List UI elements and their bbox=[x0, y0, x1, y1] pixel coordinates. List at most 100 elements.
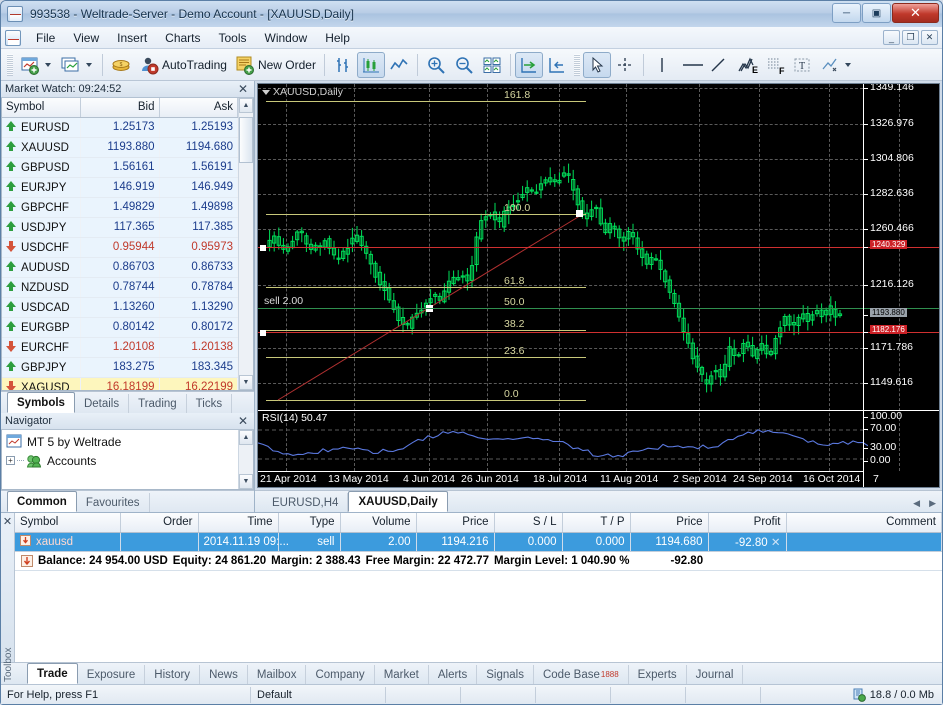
chevron-down-icon[interactable] bbox=[45, 62, 51, 67]
chart-symbol-label[interactable]: XAUUSD,Daily bbox=[262, 86, 343, 98]
column-header-order[interactable]: Order bbox=[120, 513, 199, 533]
column-header-bid[interactable]: Bid bbox=[80, 98, 160, 118]
scroll-up-icon[interactable]: ▲ bbox=[239, 98, 253, 113]
navigator-close-icon[interactable]: ✕ bbox=[236, 415, 250, 427]
tile-windows-button[interactable] bbox=[478, 52, 506, 78]
candlestick-chart-button[interactable] bbox=[356, 51, 385, 78]
terminal-tab-trade[interactable]: Trade bbox=[27, 663, 78, 684]
tab-ticks[interactable]: Ticks bbox=[187, 394, 233, 413]
rsi-subwindow[interactable]: RSI(14) 50.47 bbox=[258, 410, 939, 471]
terminal-tab-code-base[interactable]: Code Base 1888 bbox=[534, 665, 629, 684]
chevron-down-icon[interactable] bbox=[262, 89, 270, 95]
maximize-button[interactable]: ▣ bbox=[862, 3, 891, 23]
price-axis[interactable]: 1349.146 1326.976 1304.806 1282.636 1260.466… bbox=[863, 84, 939, 487]
mdi-close-button[interactable]: ✕ bbox=[921, 30, 938, 45]
terminal-tab-history[interactable]: History bbox=[145, 665, 201, 684]
bar-chart-button[interactable] bbox=[329, 52, 357, 78]
close-position-icon[interactable]: ✕ bbox=[771, 537, 781, 549]
market-watch-close-icon[interactable]: ✕ bbox=[236, 83, 250, 95]
market-book-button[interactable]: $ bbox=[107, 52, 135, 78]
tab-trading[interactable]: Trading bbox=[129, 394, 187, 413]
chart-window[interactable]: XAUUSD,Daily 161.8 100.0 61.8 50.0 38.2 23.6 0… bbox=[257, 83, 940, 488]
terminal-tab-news[interactable]: News bbox=[200, 665, 248, 684]
sell-order-line[interactable]: sell 2.00 bbox=[258, 295, 939, 309]
column-header-price-open[interactable]: Price bbox=[416, 513, 495, 533]
column-header-symbol[interactable]: Symbol bbox=[2, 98, 81, 118]
chevron-down-icon[interactable] bbox=[844, 62, 851, 67]
tab-common[interactable]: Common bbox=[7, 491, 77, 512]
column-header-symbol[interactable]: Symbol bbox=[15, 513, 121, 533]
menu-item-tools[interactable]: Tools bbox=[210, 28, 256, 48]
trendline-button[interactable] bbox=[704, 52, 732, 78]
menu-item-help[interactable]: Help bbox=[316, 28, 359, 48]
toolbar-grip[interactable] bbox=[7, 53, 13, 76]
crosshair-tool-button[interactable] bbox=[611, 52, 639, 78]
cursor-tool-button[interactable] bbox=[582, 51, 611, 78]
terminal-tab-experts[interactable]: Experts bbox=[629, 665, 687, 684]
profiles-button[interactable] bbox=[57, 52, 98, 78]
market-watch-row[interactable]: EURGBP 0.80142 0.80172 bbox=[2, 317, 238, 338]
navigator-scrollbar[interactable]: ▲ ▼ bbox=[238, 430, 253, 489]
chart-tab-next-icon[interactable]: ▶ bbox=[929, 498, 936, 509]
zoom-in-button[interactable] bbox=[422, 52, 450, 78]
column-header-sl[interactable]: S / L bbox=[494, 513, 563, 533]
close-button[interactable]: ✕ bbox=[892, 3, 939, 23]
terminal-tab-mailbox[interactable]: Mailbox bbox=[248, 665, 307, 684]
chart-tab-prev-icon[interactable]: ◀ bbox=[913, 498, 920, 509]
autotrading-button[interactable]: AutoTrading bbox=[135, 52, 231, 78]
chevron-down-icon[interactable] bbox=[86, 62, 92, 67]
terminal-tab-market[interactable]: Market bbox=[375, 665, 429, 684]
scroll-thumb[interactable] bbox=[239, 117, 253, 163]
date-axis[interactable]: 21 Apr 2014 13 May 2014 4 Jun 2014 26 Jun 2… bbox=[258, 471, 892, 487]
column-header-comment[interactable]: Comment bbox=[786, 513, 942, 533]
trade-row[interactable]: xauusd 2014.11.19 09:... sell 2.00 1194.216 0… bbox=[15, 532, 942, 551]
menu-item-insert[interactable]: Insert bbox=[108, 28, 156, 48]
market-watch-row[interactable]: AUDUSD 0.86703 0.86733 bbox=[2, 257, 238, 278]
market-watch-row[interactable]: GBPCHF 1.49829 1.49898 bbox=[2, 197, 238, 218]
column-header-type[interactable]: Type bbox=[278, 513, 341, 533]
toolbar-grip[interactable] bbox=[573, 53, 580, 76]
tab-favourites[interactable]: Favourites bbox=[77, 493, 150, 512]
vertical-line-button[interactable] bbox=[648, 52, 676, 78]
market-watch-row[interactable]: USDCAD 1.13260 1.13290 bbox=[2, 297, 238, 318]
market-watch-row[interactable]: USDJPY 117.365 117.385 bbox=[2, 217, 238, 238]
market-watch-row[interactable]: GBPUSD 1.56161 1.56191 bbox=[2, 157, 238, 178]
column-header-price-current[interactable]: Price bbox=[630, 513, 709, 533]
market-watch-row[interactable]: EURUSD 1.25173 1.25193 bbox=[2, 117, 238, 138]
column-header-tp[interactable]: T / P bbox=[562, 513, 631, 533]
auto-scroll-button[interactable] bbox=[514, 51, 543, 78]
column-header-time[interactable]: Time bbox=[198, 513, 279, 533]
menu-item-file[interactable]: File bbox=[27, 28, 64, 48]
ask-price-line[interactable] bbox=[258, 330, 939, 336]
navigator-item-accounts[interactable]: + Accounts bbox=[2, 451, 238, 470]
elliott-wave-button[interactable]: E bbox=[732, 52, 760, 78]
line-handle[interactable] bbox=[260, 245, 266, 251]
new-chart-button[interactable] bbox=[16, 52, 57, 78]
bid-price-line[interactable] bbox=[258, 245, 939, 251]
column-header-volume[interactable]: Volume bbox=[340, 513, 417, 533]
navigator-item-platform[interactable]: MT 5 by Weltrade bbox=[2, 432, 238, 451]
market-watch-row[interactable]: GBPJPY 183.275 183.345 bbox=[2, 357, 238, 378]
mdi-minimize-button[interactable]: _ bbox=[883, 30, 900, 45]
market-watch-row[interactable]: EURJPY 146.919 146.949 bbox=[2, 177, 238, 198]
column-header-ask[interactable]: Ask bbox=[159, 98, 238, 118]
market-watch-row[interactable]: USDCHF 0.95944 0.95973 bbox=[2, 237, 238, 258]
menu-item-charts[interactable]: Charts bbox=[156, 28, 209, 48]
market-watch-row[interactable]: XAGUSD 16.18199 16.22199 bbox=[2, 377, 238, 390]
indicators-button[interactable] bbox=[816, 52, 857, 78]
mdi-restore-button[interactable]: ❐ bbox=[902, 30, 919, 45]
line-chart-button[interactable] bbox=[385, 52, 413, 78]
scroll-down-icon[interactable]: ▼ bbox=[239, 375, 253, 390]
column-header-profit[interactable]: Profit bbox=[708, 513, 787, 533]
chart-tab-eurusd-h4[interactable]: EURUSD,H4 bbox=[263, 493, 349, 512]
terminal-tab-exposure[interactable]: Exposure bbox=[78, 665, 146, 684]
text-tool-button[interactable]: T bbox=[788, 52, 816, 78]
scroll-down-icon[interactable]: ▼ bbox=[239, 474, 253, 489]
scroll-track[interactable] bbox=[239, 113, 253, 375]
expander-plus-icon[interactable]: + bbox=[6, 456, 15, 465]
new-order-button[interactable]: New Order bbox=[231, 52, 320, 78]
menu-item-window[interactable]: Window bbox=[256, 28, 317, 48]
fibonacci-button[interactable]: F bbox=[760, 52, 788, 78]
tab-details[interactable]: Details bbox=[75, 394, 130, 413]
chart-tab-xauusd-daily[interactable]: XAUUSD,Daily bbox=[348, 491, 448, 512]
